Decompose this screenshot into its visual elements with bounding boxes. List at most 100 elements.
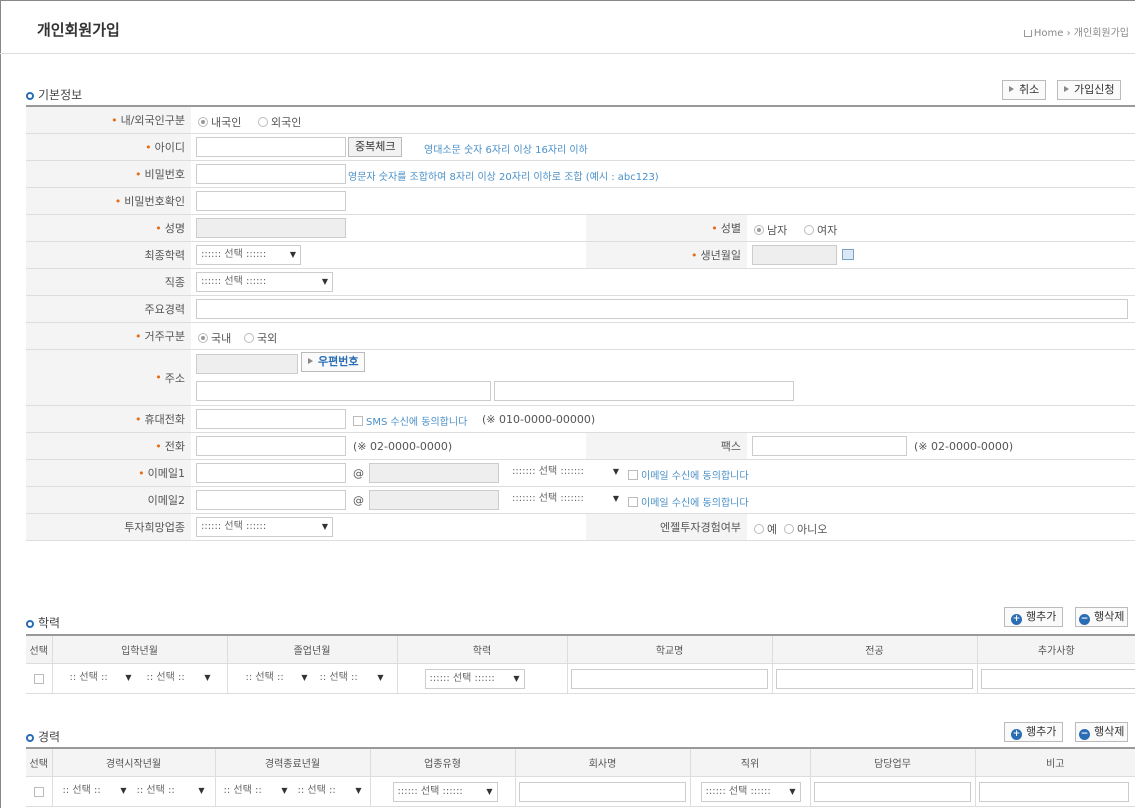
email2-domain-input[interactable] (369, 490, 499, 510)
userid-input[interactable] (196, 137, 346, 157)
residence-label: • 거주구분 (26, 323, 191, 349)
gender-label: • 성별 (586, 215, 747, 241)
password-hint: 영문자 숫자를 조합하여 8자리 이상 20자리 이하로 조합 (예시 : ab… (348, 172, 659, 183)
mobile-input[interactable] (196, 409, 346, 429)
section-education-title: 학력 (26, 614, 60, 631)
arrow-icon (308, 358, 313, 364)
section-career-title: 경력 (26, 728, 60, 745)
address1-input[interactable] (196, 381, 491, 401)
start-year-select[interactable]: :: 선택 :: ▼ (58, 781, 131, 802)
email2-at: @ (353, 494, 364, 507)
calendar-icon[interactable] (842, 249, 854, 263)
start-month-select[interactable]: :: 선택 :: ▼ (132, 781, 209, 802)
col-company: 회사명 (515, 749, 691, 777)
residence-radio-abroad[interactable]: 국외 (244, 330, 277, 346)
job-label: 직종 (26, 269, 191, 295)
phone-input[interactable] (196, 436, 346, 456)
birth-input[interactable] (752, 245, 837, 265)
plus-icon: + (1011, 614, 1022, 625)
col-major: 전공 (772, 636, 978, 664)
gender-radio-male[interactable]: 남자 (754, 222, 787, 238)
email1-domain-input[interactable] (369, 463, 499, 483)
gender-radio-female[interactable]: 여자 (804, 222, 837, 238)
mobile-label: • 휴대전화 (26, 406, 191, 432)
phone-label: • 전화 (26, 433, 191, 459)
duty-input[interactable] (813, 781, 971, 802)
col-duty: 담당업무 (810, 749, 976, 777)
end-month-select[interactable]: :: 선택 :: ▼ (293, 781, 366, 802)
note-input[interactable] (978, 781, 1129, 802)
zipcode-input[interactable] (196, 354, 298, 374)
table-row: :: 선택 :: ▼ :: 선택 :: ▼ :: 선택 :: ▼ :: 선택 :: ▼ … (26, 776, 1135, 807)
col-admission: 입학년월 (52, 636, 228, 664)
row-checkbox[interactable] (34, 786, 47, 799)
major-input[interactable] (775, 668, 973, 689)
residence-radio-domestic[interactable]: 국내 (198, 330, 231, 346)
admission-year-select[interactable]: :: 선택 :: ▼ (65, 668, 136, 689)
email2-domain-select[interactable]: ::::::: 선택 ::::::: ▼ (508, 490, 623, 510)
userid-hint: 영대소문 숫자 6자리 이상 16자리 이하 (424, 145, 588, 156)
col-select: 선택 (26, 749, 53, 777)
nationality-label: • 내/외국인구분 (26, 107, 191, 133)
email1-domain-select[interactable]: ::::::: 선택 ::::::: ▼ (508, 463, 623, 483)
degree-select[interactable]: :::::: 선택 :::::: ▼ (424, 668, 525, 689)
bullet-icon (26, 734, 34, 742)
job-select[interactable]: :::::: 선택 :::::: ▼ (196, 272, 333, 292)
nationality-radio-domestic[interactable]: 내국인 (198, 114, 241, 130)
fax-input[interactable] (752, 436, 907, 456)
angel-radio-yes[interactable]: 예 (754, 521, 777, 537)
breadcrumb-text[interactable]: Home › 개인회원가입 (1034, 28, 1129, 39)
row-checkbox[interactable] (34, 673, 47, 686)
invest-field-select[interactable]: :::::: 선택 :::::: ▼ (196, 517, 333, 537)
sms-agree-checkbox[interactable]: SMS 수신에 동의합니다 (353, 413, 467, 428)
fax-label: 팩스 (586, 433, 747, 459)
nationality-radio-foreign[interactable]: 외국인 (258, 114, 301, 130)
end-year-select[interactable]: :: 선택 :: ▼ (219, 781, 292, 802)
graduation-month-select[interactable]: :: 선택 :: ▼ (315, 668, 388, 689)
education-table: 선택 입학년월 졸업년월 학력 학교명 전공 추가사항 :: 선택 :: ▼ ::… (26, 634, 1135, 694)
mobile-example: (※ 010-0000-00000) (482, 413, 596, 426)
fax-example: (※ 02-0000-0000) (914, 440, 1014, 453)
arrow-icon (1064, 86, 1069, 92)
position-select[interactable]: :::::: 선택 :::::: ▼ (700, 781, 801, 802)
industry-select[interactable]: :::::: 선택 :::::: ▼ (392, 781, 498, 802)
address-label: • 주소 (26, 350, 191, 405)
career-delete-row-button[interactable]: − 행삭제 (1075, 722, 1129, 742)
plus-icon: + (1011, 729, 1022, 740)
career-add-row-button[interactable]: + 행추가 (1004, 722, 1064, 742)
graduation-year-select[interactable]: :: 선택 :: ▼ (241, 668, 312, 689)
admission-month-select[interactable]: :: 선택 :: ▼ (142, 668, 215, 689)
email2-id-input[interactable] (196, 490, 346, 510)
col-end: 경력종료년월 (215, 749, 371, 777)
cancel-button[interactable]: 취소 (1002, 80, 1047, 100)
school-input[interactable] (570, 668, 768, 689)
duplicate-check-button[interactable]: 중복체크 (348, 137, 403, 157)
angel-radio-no[interactable]: 아니오 (784, 521, 827, 537)
company-input[interactable] (518, 781, 686, 802)
address2-input[interactable] (494, 381, 794, 401)
col-select: 선택 (26, 636, 53, 664)
education-select[interactable]: :::::: 선택 :::::: ▼ (196, 245, 301, 265)
table-row: :: 선택 :: ▼ :: 선택 :: ▼ :: 선택 :: ▼ :: 선택 :: ▼ … (26, 663, 1135, 694)
email1-label: • 이메일1 (26, 460, 191, 486)
col-extra: 추가사항 (977, 636, 1135, 664)
email1-agree-checkbox[interactable]: 이메일 수신에 동의합니다 (628, 467, 749, 482)
zipcode-button[interactable]: 우편번호 (301, 352, 366, 372)
career-input[interactable] (196, 299, 1128, 319)
education-delete-row-button[interactable]: − 행삭제 (1075, 607, 1129, 627)
bullet-icon (26, 620, 34, 628)
submit-button[interactable]: 가입신청 (1057, 80, 1122, 100)
name-input[interactable] (196, 218, 346, 238)
extra-input[interactable] (980, 668, 1135, 689)
minus-icon: − (1079, 614, 1090, 625)
userid-label: • 아이디 (26, 134, 191, 160)
education-label: 최종학력 (26, 242, 191, 268)
minus-icon: − (1079, 729, 1090, 740)
email2-agree-checkbox[interactable]: 이메일 수신에 동의합니다 (628, 494, 749, 509)
section-basic-title: 기본정보 (26, 86, 82, 103)
password-confirm-input[interactable] (196, 191, 346, 211)
education-add-row-button[interactable]: + 행추가 (1004, 607, 1064, 627)
password-input[interactable] (196, 164, 346, 184)
col-school: 학교명 (567, 636, 773, 664)
email1-id-input[interactable] (196, 463, 346, 483)
